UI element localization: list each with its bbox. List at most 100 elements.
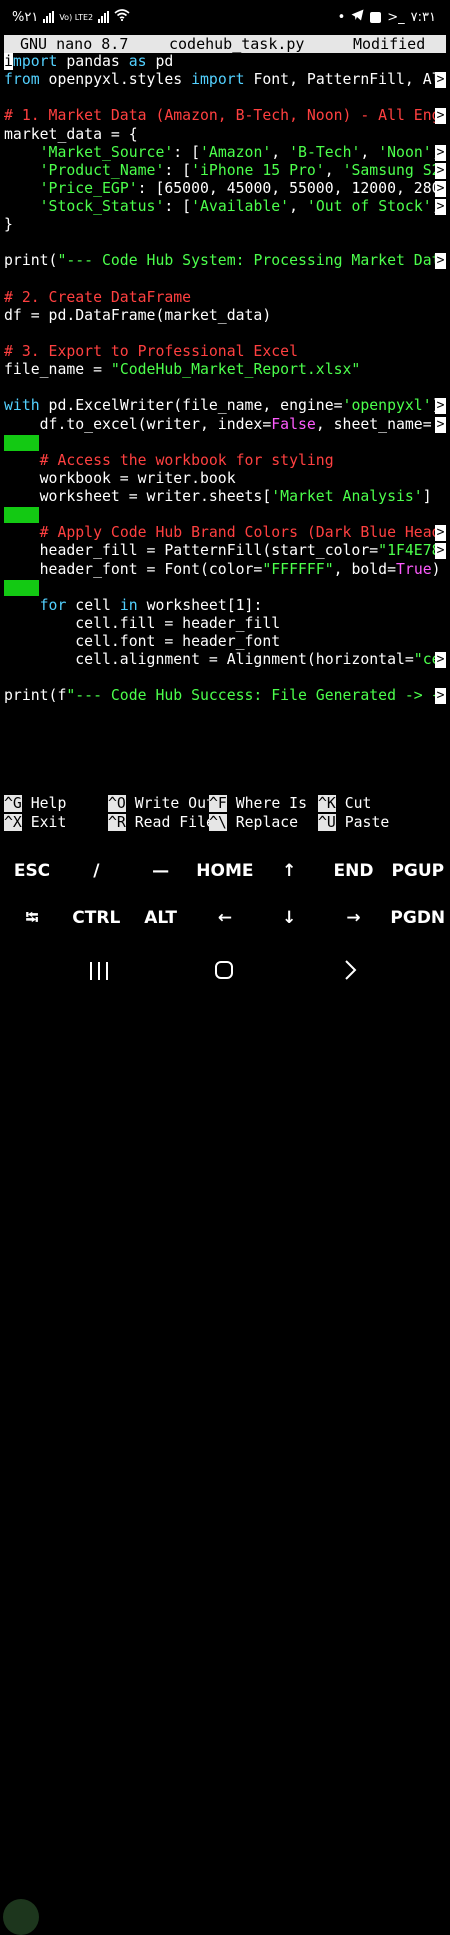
extra-key[interactable]: / [64,848,128,895]
extra-key[interactable]: ⭾ [0,895,64,942]
code-token: : [65000, 45000, 55000, 12000, 280 [137,179,441,197]
code-line[interactable] [4,271,446,289]
shortcut-label: Where Is [226,795,308,812]
back-icon[interactable] [340,959,360,981]
code-token: 'Market Analysis' [271,488,423,505]
extra-key[interactable]: → [322,895,386,942]
extra-key[interactable]: — [129,848,193,895]
recent-apps-icon[interactable] [90,962,110,980]
code-line[interactable]: header_font = Font(color="FFFFFF", bold=… [4,561,446,579]
code-token: df = pd.DataFrame(market_data) [4,306,272,324]
shortcut-row: ^G Help ^O Write Out ^F Where Is ^K Cut [4,795,446,814]
code-line[interactable]: worksheet = writer.sheets['Market Analys… [4,488,446,506]
shortcut-label: Write Out [125,795,215,812]
shortcut-item[interactable]: ^U Paste [318,813,389,833]
extra-key[interactable]: CTRL [64,895,128,942]
code-line[interactable] [4,325,446,343]
dot-icon: • [337,9,346,25]
code-line[interactable]: # Access the workbook for styling [4,452,446,470]
code-token: 'Price_EGP' [39,179,138,197]
code-line[interactable]: } [4,216,446,234]
extra-keys-bar: ESC / — HOME ↑ END PGUP ⭾ CTRL ALT ← ↓ → PGDN [0,848,450,942]
code-line[interactable]: cell.fill = header_fill [4,615,446,633]
code-token: "--- Code Hub System: Processing Market … [57,252,441,270]
code-line[interactable]: import pandas as pd [4,53,446,71]
code-token: cell [66,596,120,614]
shortcut-item[interactable]: ^G Help [4,795,66,814]
code-token: } [4,216,13,234]
line-truncation-marker: > [435,398,446,415]
shortcut-label: Help [21,795,67,812]
shortcut-item[interactable]: ^K Cut [318,795,371,814]
line-truncation-marker: > [435,180,446,197]
shortcut-item[interactable]: ^F Where Is [209,795,307,814]
code-editor[interactable]: import pandas as pd from openpyxl.styles … [4,53,446,706]
code-line[interactable]: print("--- Code Hub System: Processing M… [4,252,446,270]
extra-key[interactable]: HOME [193,848,257,895]
extra-key[interactable]: ↑ [257,848,321,895]
extra-key[interactable]: PGUP [386,848,450,895]
code-line[interactable]: df.to_excel(writer, index=False, sheet_n… [4,416,446,434]
code-line[interactable]: cell.alignment = Alignment(horizontal="c… [4,651,446,669]
code-token: ] [422,488,432,505]
extra-key[interactable]: ESC [0,848,64,895]
code-line[interactable]: for cell in worksheet[1]: [4,597,446,615]
code-line[interactable]: 'Market_Source': ['Amazon', 'B-Tech', 'N… [4,144,446,162]
code-line[interactable] [4,234,446,252]
home-icon[interactable] [215,961,233,979]
code-line[interactable] [4,506,446,524]
code-line[interactable]: 'Price_EGP': [65000, 45000, 55000, 12000… [4,180,446,198]
code-line[interactable]: file_name = "CodeHub_Market_Report.xlsx" [4,361,446,379]
indent-marker [4,579,39,596]
shortcut-item[interactable]: ^X Exit [4,813,66,833]
code-line[interactable]: # 2. Create DataFrame [4,289,446,307]
line-truncation-marker: > [435,72,446,89]
code-token: from [4,71,40,89]
nano-shortcut-bar: ^G Help ^O Write Out ^F Where Is ^K Cut ^X E… [4,795,446,832]
shortcut-key: ^\ [209,813,227,831]
code-line[interactable]: market_data = { [4,126,446,144]
code-line[interactable]: 'Stock_Status': ['Available', 'Out of St… [4,198,446,216]
extra-key[interactable]: ALT [129,895,193,942]
code-line[interactable] [4,579,446,597]
shortcut-item[interactable]: ^O Write Out [108,795,215,814]
shortcut-item[interactable]: ^\ Replace [209,813,298,833]
code-token: cell.font = header_font [4,633,281,650]
code-line[interactable]: # Apply Code Hub Brand Colors (Dark Blue… [4,524,446,542]
code-line[interactable] [4,89,446,107]
code-token: file_name = [4,361,111,379]
extra-keys-row: ⭾ CTRL ALT ← ↓ → PGDN [0,895,450,942]
code-line[interactable]: # 3. Export to Professional Excel [4,343,446,361]
code-line[interactable]: # 1. Market Data (Amazon, B-Tech, Noon) … [4,107,446,125]
code-token: : [ [164,161,192,179]
code-line[interactable] [4,669,446,687]
code-token: print(f [4,687,67,705]
extra-key[interactable]: PGDN [386,895,450,942]
extra-key[interactable]: ↓ [257,895,321,942]
code-line[interactable] [4,434,446,452]
code-line[interactable]: cell.font = header_font [4,633,446,651]
shortcut-item[interactable]: ^R Read File [108,813,215,833]
code-line[interactable]: 'Product_Name': ['iPhone 15 Pro', 'Samsu… [4,162,446,180]
code-token: workbook = writer.book [4,469,236,487]
extra-key[interactable]: ← [193,895,257,942]
signal-icon-2 [98,11,110,23]
code-line[interactable]: with pd.ExcelWriter(file_name, engine='o… [4,397,446,415]
code-line[interactable]: workbook = writer.book [4,470,446,488]
battery-percent: %٢١ [12,9,39,25]
code-line[interactable]: df = pd.DataFrame(market_data) [4,307,446,325]
extra-key[interactable]: END [322,848,386,895]
code-token: cell.alignment = Alignment(horizontal= [4,651,414,669]
code-line[interactable]: print(f"--- Code Hub Success: File Gener… [4,687,446,705]
code-token: 'Amazon' [200,143,272,161]
shortcut-key: ^U [318,813,336,831]
shortcut-label: Cut [335,795,372,812]
line-truncation-marker: > [435,688,446,705]
code-token: # 1. Market Data (Amazon, B-Tech, Noon) … [4,107,441,125]
clock: ٧:٣١ [410,9,436,25]
code-line[interactable] [4,379,446,397]
code-line[interactable]: from openpyxl.styles import Font, Patter… [4,71,446,89]
code-line[interactable]: header_fill = PatternFill(start_color="1… [4,542,446,560]
